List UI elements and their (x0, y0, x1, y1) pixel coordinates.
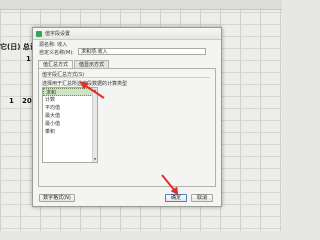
arrow-to-sum-icon (79, 81, 105, 99)
annotation-arrows (79, 81, 179, 196)
arrow-to-ok-icon (161, 174, 179, 196)
